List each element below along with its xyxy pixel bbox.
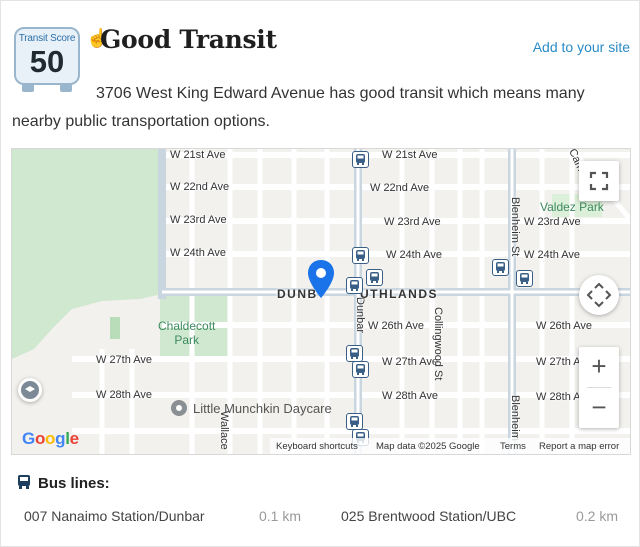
map-pan-control[interactable] xyxy=(579,275,619,315)
google-logo-letter: G xyxy=(22,429,35,448)
street-label: W 28th Ave xyxy=(96,389,153,401)
bus-lines-heading: Bus lines: xyxy=(16,474,110,492)
bus-stop-icon[interactable] xyxy=(346,413,363,430)
street-label: Collingwood St xyxy=(432,307,444,381)
zoom-out-button[interactable]: − xyxy=(579,388,619,428)
street-label: Wallace xyxy=(218,411,230,450)
bus-lines-heading-text: Bus lines: xyxy=(38,475,110,492)
street-label: W 21st Ave xyxy=(170,149,226,161)
street-label: W 22nd Ave xyxy=(370,182,430,194)
transit-score-label: Transit Score xyxy=(18,33,76,44)
bus-stop-icon[interactable] xyxy=(492,259,509,276)
street-label: W 26th Ave xyxy=(368,320,425,332)
street-label: W 27th Ave xyxy=(96,354,153,366)
transit-map[interactable]: W 21st Ave W 21st Ave W 22nd Ave W 22nd … xyxy=(11,148,631,455)
street-label: Blenheim xyxy=(509,395,521,441)
add-to-your-site-link[interactable]: Add to your site xyxy=(533,39,630,55)
daycare-poi-icon[interactable] xyxy=(170,399,188,417)
bus-line-name[interactable]: 007 Nanaimo Station/Dunbar xyxy=(24,508,205,524)
bus-stop-icon[interactable] xyxy=(352,361,369,378)
park-label: Chaldecott Park xyxy=(158,319,216,347)
pan-arrows-icon xyxy=(586,282,612,308)
terms-link[interactable]: Terms xyxy=(500,441,526,452)
street-label: W 23rd Ave xyxy=(384,216,441,228)
transit-description: 3706 West King Edward Avenue has good tr… xyxy=(12,80,612,136)
street-label: Dunbar xyxy=(354,297,366,334)
bus-stop-icon[interactable] xyxy=(346,277,363,294)
map-data-text: Map data ©2025 Google xyxy=(376,441,480,452)
bus-stop-icon[interactable] xyxy=(352,247,369,264)
street-label: W 23rd Ave xyxy=(170,214,227,226)
google-logo-letter: e xyxy=(69,429,79,448)
transit-score-value: 50 xyxy=(29,44,65,79)
bus-stop-icon[interactable] xyxy=(516,270,533,287)
keyboard-shortcuts-link[interactable]: Keyboard shortcuts xyxy=(276,441,358,452)
park-label: Valdez Park xyxy=(540,200,604,214)
zoom-control: + − xyxy=(579,347,619,428)
street-label: Blenheim St xyxy=(509,197,521,257)
location-pin-icon xyxy=(308,260,334,298)
bus-stop-icon[interactable] xyxy=(352,151,369,168)
bus-line-distance: 0.2 km xyxy=(576,508,619,524)
google-logo-letter: o xyxy=(45,429,56,448)
bus-stop-icon[interactable] xyxy=(366,269,383,286)
google-logo: Google xyxy=(22,429,79,449)
street-label: W 26th Ave xyxy=(536,320,593,332)
bus-stop-icon[interactable] xyxy=(346,345,363,362)
street-label: W 22nd Ave xyxy=(170,181,230,193)
page-title: Good Transit xyxy=(100,25,277,54)
map-attribution-bar: Keyboard shortcuts Map data ©2025 Google… xyxy=(270,438,630,454)
fullscreen-button[interactable] xyxy=(579,161,619,201)
street-label: W 24th Ave xyxy=(386,249,443,261)
neighborhood-label: UTHLANDS xyxy=(360,287,438,301)
street-label: W 24th Ave xyxy=(524,249,581,261)
zoom-in-button[interactable]: + xyxy=(579,347,619,387)
report-map-error-link[interactable]: Report a map error xyxy=(539,441,619,452)
street-label: W 28th Ave xyxy=(382,390,439,402)
bus-line-name[interactable]: 025 Brentwood Station/UBC xyxy=(341,508,516,524)
street-label: W 24th Ave xyxy=(170,247,227,259)
street-label: W 27th Ave xyxy=(382,356,439,368)
fullscreen-icon xyxy=(589,171,609,191)
street-label: W 21st Ave xyxy=(382,149,438,161)
google-logo-letter: o xyxy=(34,429,46,448)
google-logo-letter: g xyxy=(55,429,66,448)
street-label: W 23rd Ave xyxy=(524,216,581,228)
bus-icon xyxy=(18,475,30,489)
school-icon[interactable] xyxy=(18,378,42,402)
poi-label: Little Munchkin Daycare xyxy=(193,401,332,416)
bus-line-distance: 0.1 km xyxy=(259,508,302,524)
transit-description-text: 3706 West King Edward Avenue has good tr… xyxy=(12,85,585,130)
